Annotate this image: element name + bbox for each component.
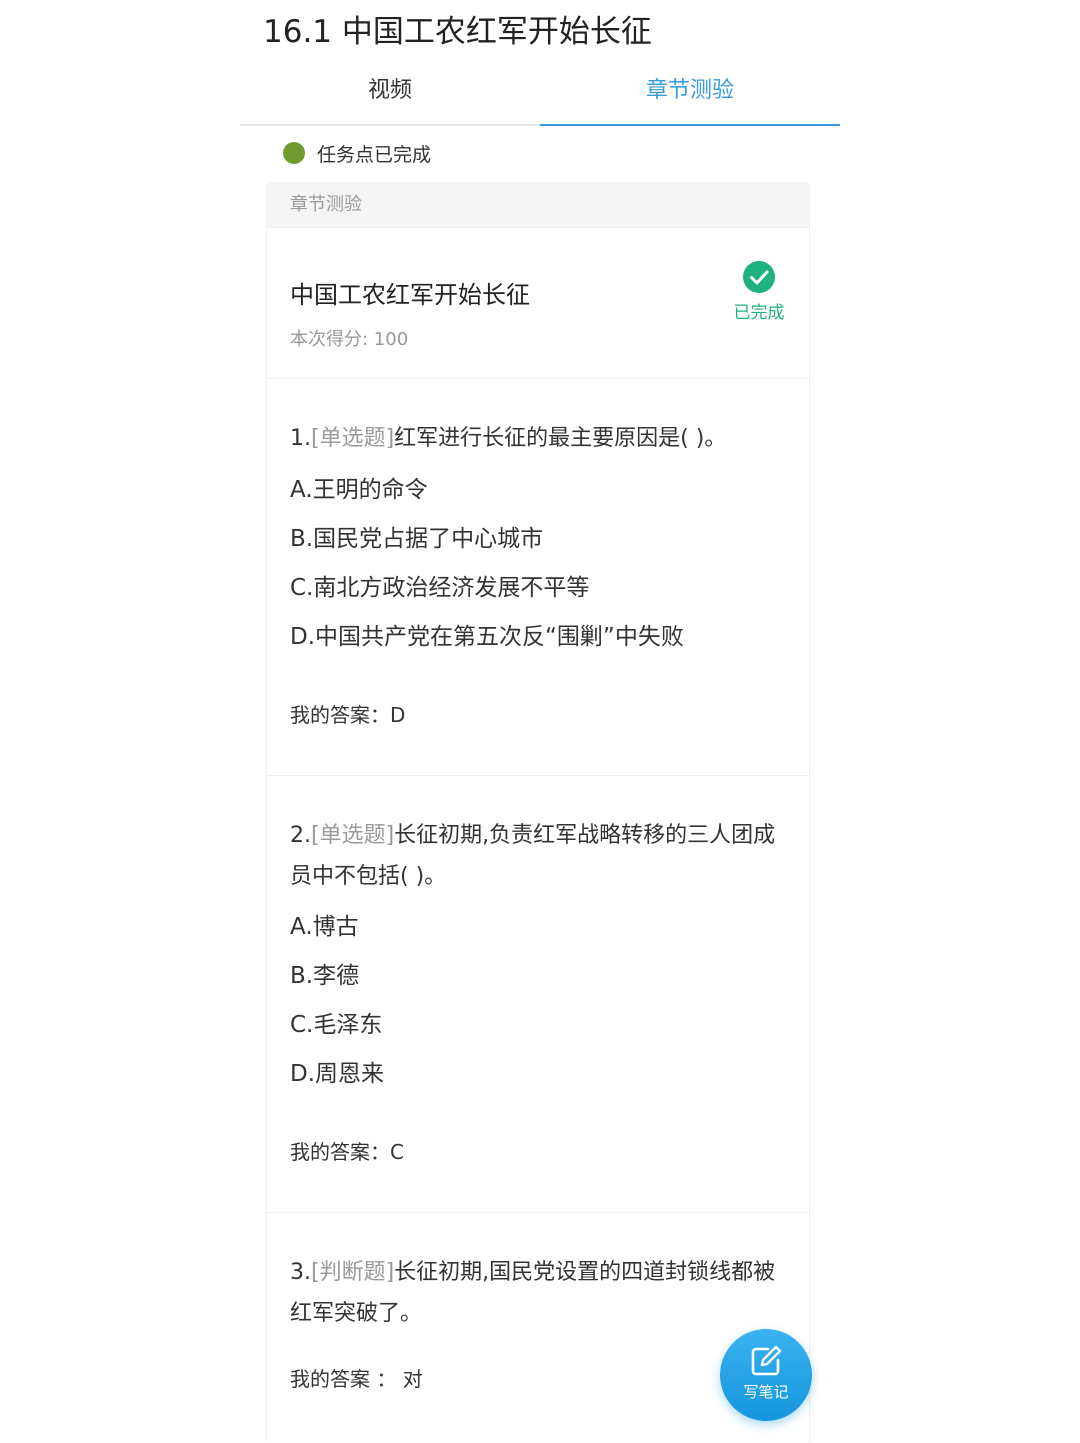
option-a: A.王明的命令 bbox=[290, 477, 428, 503]
question-stem: 2.[单选题]长征初期,负责红军战略转移的三人团成员中不包括( )。 bbox=[290, 815, 789, 897]
question-type: [单选题] bbox=[311, 823, 395, 848]
my-answer: 我的答案：C bbox=[290, 1140, 404, 1164]
complete-badge: 已完成 bbox=[729, 260, 789, 323]
question-type: [单选题] bbox=[311, 426, 395, 451]
option-list: A.王明的命令 B.国民党占据了中心城市 C.南北方政治经济发展不平等 D.中国… bbox=[290, 466, 799, 662]
write-note-label: 写笔记 bbox=[743, 1383, 789, 1401]
quiz-card: 章节测验 中国工农红军开始长征 本次得分: 100 已完成 1.[单选题]红军进… bbox=[266, 182, 810, 1442]
option-b: B.国民党占据了中心城市 bbox=[290, 526, 544, 552]
complete-label: 已完成 bbox=[733, 303, 785, 323]
task-status: 任务点已完成 bbox=[283, 140, 431, 166]
option-c: C.南北方政治经济发展不平等 bbox=[290, 575, 590, 601]
option-d: D.中国共产党在第五次反“围剿”中失败 bbox=[290, 624, 684, 650]
check-circle-icon bbox=[743, 261, 775, 293]
my-answer: 我的答案 ： 对 bbox=[290, 1367, 423, 1391]
page-title: 16.1 中国工农红军开始长征 bbox=[263, 14, 652, 50]
question-stem: 3.[判断题]长征初期,国民党设置的四道封锁线都被红军突破了。 bbox=[290, 1252, 789, 1334]
tab-bar: 视频 章节测验 bbox=[240, 62, 840, 126]
option-c: C.毛泽东 bbox=[290, 1012, 383, 1038]
quiz-score: 本次得分: 100 bbox=[290, 329, 409, 350]
question-text: 红军进行长征的最主要原因是( )。 bbox=[394, 426, 727, 451]
option-a: A.博古 bbox=[290, 914, 359, 940]
quiz-summary: 中国工农红军开始长征 本次得分: 100 已完成 bbox=[267, 228, 809, 379]
question-item: 1.[单选题]红军进行长征的最主要原因是( )。 A.王明的命令 B.国民党占据… bbox=[267, 379, 809, 776]
question-type: [判断题] bbox=[311, 1260, 395, 1285]
question-item: 2.[单选题]长征初期,负责红军战略转移的三人团成员中不包括( )。 A.博古 … bbox=[267, 776, 809, 1213]
question-stem: 1.[单选题]红军进行长征的最主要原因是( )。 bbox=[290, 418, 789, 459]
tab-chapter-quiz[interactable]: 章节测验 bbox=[540, 62, 840, 126]
question-number: 1. bbox=[290, 426, 311, 451]
write-note-button[interactable]: 写笔记 bbox=[720, 1329, 812, 1421]
option-list: A.博古 B.李德 C.毛泽东 D.周恩来 bbox=[290, 903, 799, 1099]
tab-video[interactable]: 视频 bbox=[240, 62, 540, 124]
task-complete-dot-icon bbox=[283, 142, 305, 164]
quiz-title: 中国工农红军开始长征 bbox=[290, 281, 530, 309]
question-item: 3.[判断题]长征初期,国民党设置的四道封锁线都被红军突破了。 我的答案 ： 对 bbox=[267, 1213, 809, 1443]
my-answer: 我的答案：D bbox=[290, 703, 406, 727]
task-status-text: 任务点已完成 bbox=[317, 143, 432, 166]
option-d: D.周恩来 bbox=[290, 1061, 385, 1087]
option-b: B.李德 bbox=[290, 963, 360, 989]
pen-icon bbox=[751, 1345, 782, 1376]
question-number: 3. bbox=[290, 1260, 311, 1285]
question-number: 2. bbox=[290, 823, 311, 848]
card-header: 章节测验 bbox=[267, 183, 809, 228]
